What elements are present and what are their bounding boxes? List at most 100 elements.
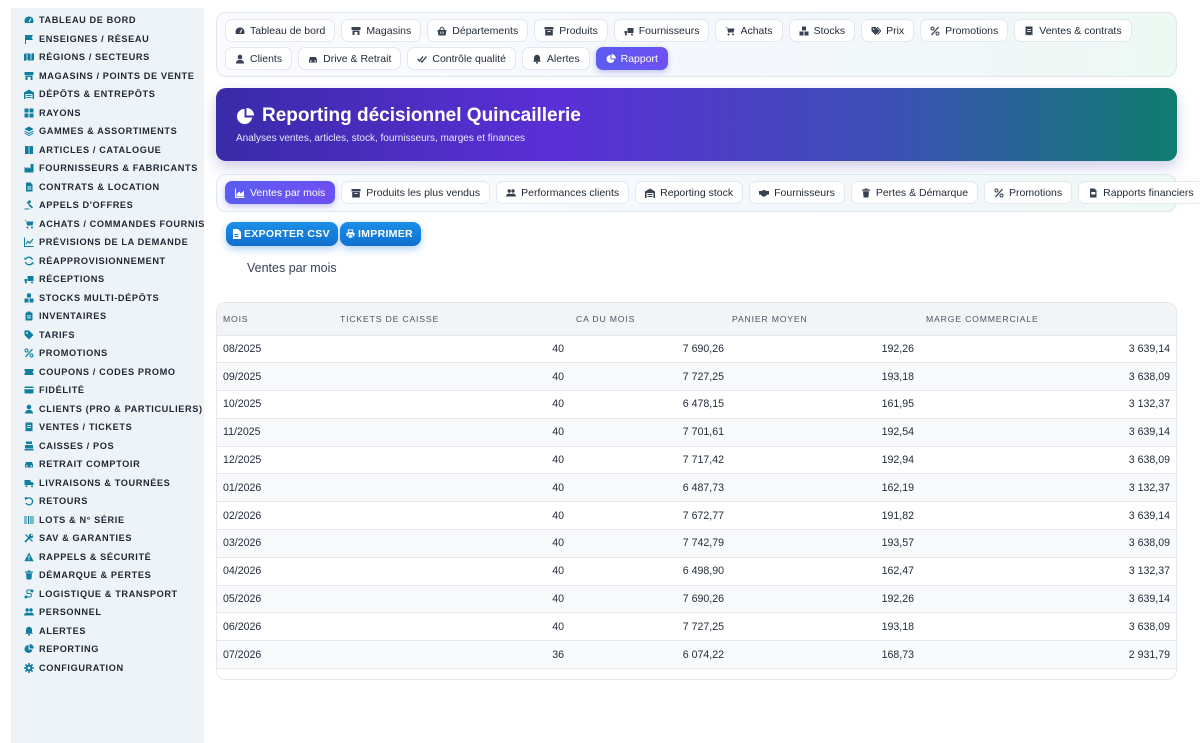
file-icon — [24, 182, 34, 192]
table-row[interactable]: 01/2026 40 6 487,73 162,19 3 132,37 — [217, 473, 1176, 502]
nav-tab-magasins[interactable]: Magasins — [341, 19, 422, 42]
sidebar-item-articles-catalogue[interactable]: ARTICLES / CATALOGUE — [11, 141, 204, 160]
sidebar-item-inventaires[interactable]: INVENTAIRES — [11, 307, 204, 326]
sidebar-item-promotions[interactable]: PROMOTIONS — [11, 344, 204, 363]
sidebar-item-tableau-de-bord[interactable]: TABLEAU DE BORD — [11, 11, 204, 30]
nav-tab-alertes[interactable]: Alertes — [521, 47, 590, 70]
sidebar-item-gammes-assortiments[interactable]: GAMMES & ASSORTIMENTS — [11, 122, 204, 141]
nav-tab-controle-qualite[interactable]: Contrôle qualité — [407, 47, 516, 70]
sidebar-item-retours[interactable]: RETOURS — [11, 492, 204, 511]
cell-tickets: 40 — [334, 529, 570, 558]
nav-tab-drive-retrait[interactable]: Drive & Retrait — [298, 47, 402, 70]
col-header-revenue[interactable]: CA DU MOIS — [570, 303, 730, 335]
nav-tab-stocks[interactable]: Stocks — [788, 19, 856, 42]
truck-icon — [24, 478, 34, 488]
table-row[interactable]: 08/2025 40 7 690,26 192,26 3 639,14 — [217, 334, 1176, 363]
box-icon — [351, 188, 361, 198]
hero-banner: Reporting décisionnel Quincaillerie Anal… — [216, 88, 1177, 161]
table-row[interactable]: 09/2025 40 7 727,25 193,18 3 638,09 — [217, 362, 1176, 391]
nav-tab-achats[interactable]: Achats — [715, 19, 783, 42]
sidebar-item-label: FIDÉLITÉ — [39, 385, 85, 396]
table-row[interactable]: 11/2025 40 7 701,61 192,54 3 639,14 — [217, 417, 1176, 447]
report-tab-pertes-demarque[interactable]: Pertes & Démarque — [850, 181, 979, 204]
report-tab-produits-les-plus-vendus[interactable]: Produits les plus vendus — [341, 181, 491, 204]
sidebar-item-depots-entrepots[interactable]: DÉPÔTS & ENTREPÔTS — [11, 85, 204, 104]
nav-tab-promotions[interactable]: Promotions — [920, 19, 1009, 42]
report-tab-ventes-par-mois[interactable]: Ventes par mois — [225, 181, 336, 204]
table-row[interactable]: 03/2026 40 7 742,79 193,57 3 638,09 — [217, 529, 1176, 558]
sidebar-item-tarifs[interactable]: TARIFS — [11, 326, 204, 345]
sidebar-item-clients-pro-particuliers[interactable]: CLIENTS (PRO & PARTICULIERS) — [11, 400, 204, 419]
sidebar-item-enseignes-reseau[interactable]: ENSEIGNES / RÉSEAU — [11, 30, 204, 49]
report-tab-reporting-stock[interactable]: Reporting stock — [635, 181, 744, 204]
nav-tab-rapport[interactable]: Rapport — [595, 47, 668, 70]
sidebar-item-ventes-tickets[interactable]: VENTES / TICKETS — [11, 418, 204, 437]
sidebar-item-contrats-location[interactable]: CONTRATS & LOCATION — [11, 178, 204, 197]
col-header-avg-basket[interactable]: PANIER MOYEN — [730, 303, 920, 335]
sidebar-item-caisses-pos[interactable]: CAISSES / POS — [11, 437, 204, 456]
print-button[interactable]: IMPRIMER — [340, 222, 421, 246]
sidebar-item-label: LOGISTIQUE & TRANSPORT — [39, 588, 178, 599]
table-row[interactable]: 10/2025 40 6 478,15 161,95 3 132,37 — [217, 390, 1176, 419]
nav-tab-prix[interactable]: Prix — [861, 19, 915, 42]
nav-tab-fournisseurs[interactable]: Fournisseurs — [613, 19, 710, 42]
report-tab-promotions[interactable]: Promotions — [984, 181, 1073, 204]
sidebar-item-receptions[interactable]: RÉCEPTIONS — [11, 270, 204, 289]
sidebar-item-logistique-transport[interactable]: LOGISTIQUE & TRANSPORT — [11, 585, 204, 604]
page-title: Reporting décisionnel Quincaillerie — [262, 105, 581, 126]
sidebar-item-rayons[interactable]: RAYONS — [11, 104, 204, 123]
col-header-margin[interactable]: MARGE COMMERCIALE — [920, 303, 1176, 335]
nav-tab-produits[interactable]: Produits — [534, 19, 608, 42]
sidebar-item-livraisons-tournees[interactable]: LIVRAISONS & TOURNÉES — [11, 474, 204, 493]
sidebar-item-stocks-multi-depots[interactable]: STOCKS MULTI-DÉPÔTS — [11, 289, 204, 308]
sidebar-item-coupons-codes-promo[interactable]: COUPONS / CODES PROMO — [11, 363, 204, 382]
cell-month: 08/2025 — [217, 334, 334, 363]
sidebar-item-previsions-de-la-demande[interactable]: PRÉVISIONS DE LA DEMANDE — [11, 233, 204, 252]
table-row[interactable]: 07/2026 36 6 074,22 168,73 2 931,79 — [217, 640, 1176, 670]
hero-heading: Reporting décisionnel Quincaillerie — [236, 105, 1157, 127]
sidebar-item-retrait-comptoir[interactable]: RETRAIT COMPTOIR — [11, 455, 204, 474]
nav-tab-clients[interactable]: Clients — [225, 47, 293, 70]
cell-revenue: 6 487,73 — [570, 473, 730, 502]
sidebar-item-alertes[interactable]: ALERTES — [11, 622, 204, 641]
export-csv-button[interactable]: EXPORTER CSV — [226, 222, 338, 246]
sidebar-item-label: DÉPÔTS & ENTREPÔTS — [39, 89, 156, 100]
sidebar-item-sav-garanties[interactable]: SAV & GARANTIES — [11, 529, 204, 548]
report-tab-performances-clients[interactable]: Performances clients — [496, 181, 630, 204]
sidebar-item-personnel[interactable]: PERSONNEL — [11, 603, 204, 622]
col-header-month[interactable]: MOIS — [217, 303, 334, 335]
sidebar-item-label: CONFIGURATION — [39, 662, 124, 673]
sidebar-menu: TABLEAU DE BORD ENSEIGNES / RÉSEAU RÉGIONS… — [11, 8, 204, 677]
table-row[interactable]: 02/2026 40 7 672,77 191,82 3 639,14 — [217, 501, 1176, 530]
ticket-icon — [24, 367, 34, 377]
sidebar-item-achats-commandes-fournisseurs[interactable]: ACHATS / COMMANDES FOURNISSEURS — [11, 215, 204, 234]
sidebar-item-regions-secteurs[interactable]: RÉGIONS / SECTEURS — [11, 48, 204, 67]
table-row[interactable]: 04/2026 40 6 498,90 162,47 3 132,37 — [217, 556, 1176, 586]
sidebar-item-rappels-securite[interactable]: RAPPELS & SÉCURITÉ — [11, 548, 204, 567]
report-tab-fournisseurs[interactable]: Fournisseurs — [749, 181, 845, 204]
table-row[interactable]: 06/2026 40 7 727,25 193,18 3 638,09 — [217, 612, 1176, 641]
report-tab-label: Fournisseurs — [774, 186, 835, 199]
sidebar-item-label: TARIFS — [39, 329, 76, 340]
sidebar-item-fidelite[interactable]: FIDÉLITÉ — [11, 381, 204, 400]
gauge-icon — [24, 15, 34, 25]
sidebar-item-configuration[interactable]: CONFIGURATION — [11, 659, 204, 678]
col-header-tickets[interactable]: TICKETS DE CAISSE — [334, 303, 570, 335]
trash-icon — [24, 570, 34, 580]
table-row[interactable]: 12/2025 40 7 717,42 192,94 3 638,09 — [217, 445, 1176, 474]
nav-tab-tableau-de-bord[interactable]: Tableau de bord — [225, 19, 336, 42]
sidebar-item-label: DÉMARQUE & PERTES — [39, 570, 152, 581]
sidebar-item-reporting[interactable]: REPORTING — [11, 640, 204, 659]
nav-tab-ventes-contrats[interactable]: Ventes & contrats — [1014, 19, 1132, 42]
sidebar-item-lots-n-serie[interactable]: LOTS & N° SÉRIE — [11, 511, 204, 530]
sidebar-item-fournisseurs-fabricants[interactable]: FOURNISSEURS & FABRICANTS — [11, 159, 204, 178]
sidebar-item-magasins-points-de-vente[interactable]: MAGASINS / POINTS DE VENTE — [11, 67, 204, 86]
cell-avg-basket: 192,94 — [730, 445, 920, 474]
cell-month: 02/2026 — [217, 501, 334, 530]
sidebar-item-demarque-pertes[interactable]: DÉMARQUE & PERTES — [11, 566, 204, 585]
sidebar-item-appels-d-offres[interactable]: APPELS D'OFFRES — [11, 196, 204, 215]
nav-tab-departements[interactable]: Départements — [427, 19, 529, 42]
report-tab-rapports-financiers[interactable]: Rapports financiers — [1078, 181, 1200, 204]
table-row[interactable]: 05/2026 40 7 690,26 192,26 3 639,14 — [217, 584, 1176, 613]
sidebar-item-reapprovisionnement[interactable]: RÉAPPROVISIONNEMENT — [11, 252, 204, 271]
